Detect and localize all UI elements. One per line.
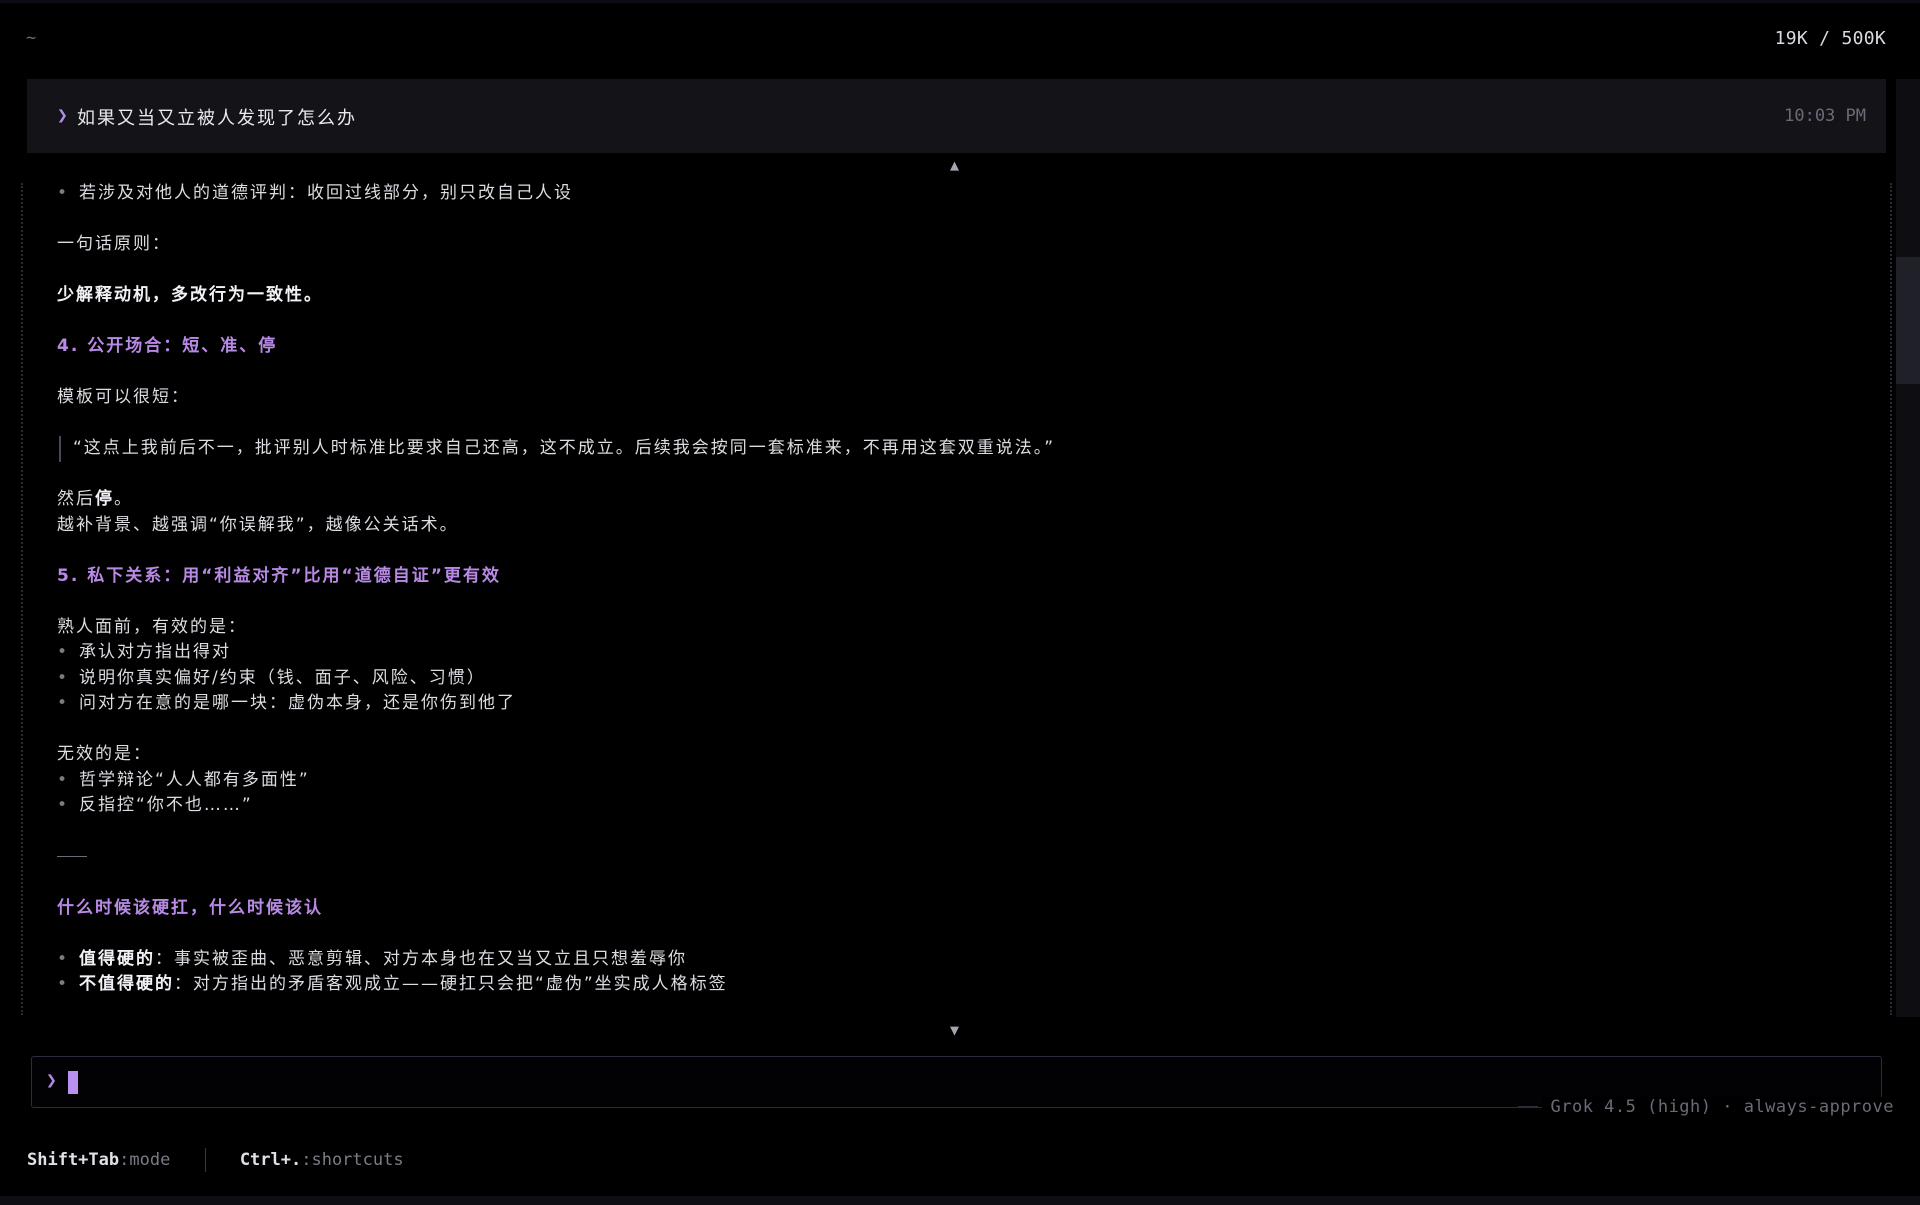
- list-item: • 若涉及对他人的道德评判：收回过线部分，别只改自己人设: [57, 183, 574, 203]
- mode-key: Shift+Tab: [27, 1150, 120, 1170]
- bullet-icon: •: [57, 667, 70, 688]
- divider: [204, 1148, 206, 1172]
- list-item: • 说明你真实偏好/约束（钱、面子、风险、习惯）: [57, 667, 486, 688]
- then-line: 然后停。: [57, 489, 133, 509]
- message-timestamp: 10:03 PM: [1784, 106, 1866, 126]
- bullet-icon: •: [57, 974, 70, 994]
- working-directory: ~: [26, 28, 37, 48]
- model-status: Grok 4.5 (high) · always-approve: [1542, 1097, 1902, 1117]
- input-chevron-icon: ❯: [46, 1070, 57, 1091]
- status-header: ~ 19K / 500K: [0, 0, 1920, 78]
- list-item: • 问对方在意的是哪一块：虚伪本身，还是你伤到他了: [57, 693, 517, 713]
- right-gutter-guide: [1890, 183, 1892, 1015]
- mode-label: :mode: [119, 1150, 171, 1170]
- list-item: • 反指控“你不也……”: [57, 795, 253, 815]
- list-item: • 承认对方指出得对: [57, 642, 232, 662]
- footer-hints: Shift+Tab:mode Ctrl+.:shortcuts: [27, 1148, 404, 1172]
- ineffective-intro: 无效的是：: [57, 744, 152, 764]
- scroll-up-arrow-icon[interactable]: ▲: [950, 156, 959, 174]
- token-usage: 19K / 500K: [1774, 28, 1886, 49]
- horizontal-rule: [57, 856, 87, 870]
- more-line: 越补背景、越强调“你误解我”，越像公关话术。: [57, 514, 459, 535]
- user-message-text: 如果又当又立被人发现了怎么办: [77, 108, 357, 129]
- prompt-chevron-icon: ❯: [57, 105, 68, 126]
- section-heading: 4. 公开场合：短、准、停: [57, 336, 278, 356]
- left-gutter-guide: [21, 183, 23, 1015]
- bullet-icon: •: [57, 948, 70, 969]
- section-heading: 什么时候该硬扛，什么时候该认: [57, 897, 323, 918]
- bullet-icon: •: [57, 795, 70, 815]
- list-item: • 哲学辩论“人人都有多面性”: [57, 769, 310, 790]
- bullet-icon: •: [57, 642, 70, 662]
- principle-intro: 一句话原则：: [57, 234, 171, 254]
- principle-text: 少解释动机，多改行为一致性。: [57, 285, 323, 305]
- bullet-icon: •: [57, 769, 70, 790]
- window-bottom-edge: [0, 1196, 1920, 1205]
- shortcuts-label: :shortcuts: [301, 1150, 404, 1170]
- shortcuts-key: Ctrl+.: [239, 1150, 302, 1170]
- bullet-icon: •: [57, 693, 70, 713]
- scrollbar-thumb[interactable]: [1896, 257, 1920, 384]
- template-quote: “这点上我前后不一，批评别人时标准比要求自己还高，这不成立。后续我会按同一套标准…: [59, 436, 1857, 462]
- prompt-input[interactable]: [84, 1067, 1588, 1097]
- effective-intro: 熟人面前，有效的是：: [57, 616, 247, 637]
- section-heading: 5. 私下关系：用“利益对齐”比用“道德自证”更有效: [57, 565, 501, 586]
- user-message: ❯ 如果又当又立被人发现了怎么办 10:03 PM: [27, 79, 1886, 153]
- template-intro: 模板可以很短：: [57, 387, 190, 407]
- scrollbar-track[interactable]: [1896, 79, 1920, 1017]
- text-cursor: [68, 1071, 78, 1094]
- list-item: • 不值得硬的：对方指出的矛盾客观成立——硬扛只会把“虚伪”坐实成人格标签: [57, 974, 728, 994]
- divider: [1518, 1106, 1538, 1107]
- list-item: • 值得硬的：事实被歪曲、恶意剪辑、对方本身也在又当又立且只想羞辱你: [57, 948, 688, 969]
- bullet-icon: •: [57, 183, 70, 203]
- scroll-down-arrow-icon[interactable]: ▼: [950, 1021, 959, 1039]
- assistant-response: • 若涉及对他人的道德评判：收回过线部分，别只改自己人设 一句话原则： 少解释动机…: [57, 181, 1857, 1021]
